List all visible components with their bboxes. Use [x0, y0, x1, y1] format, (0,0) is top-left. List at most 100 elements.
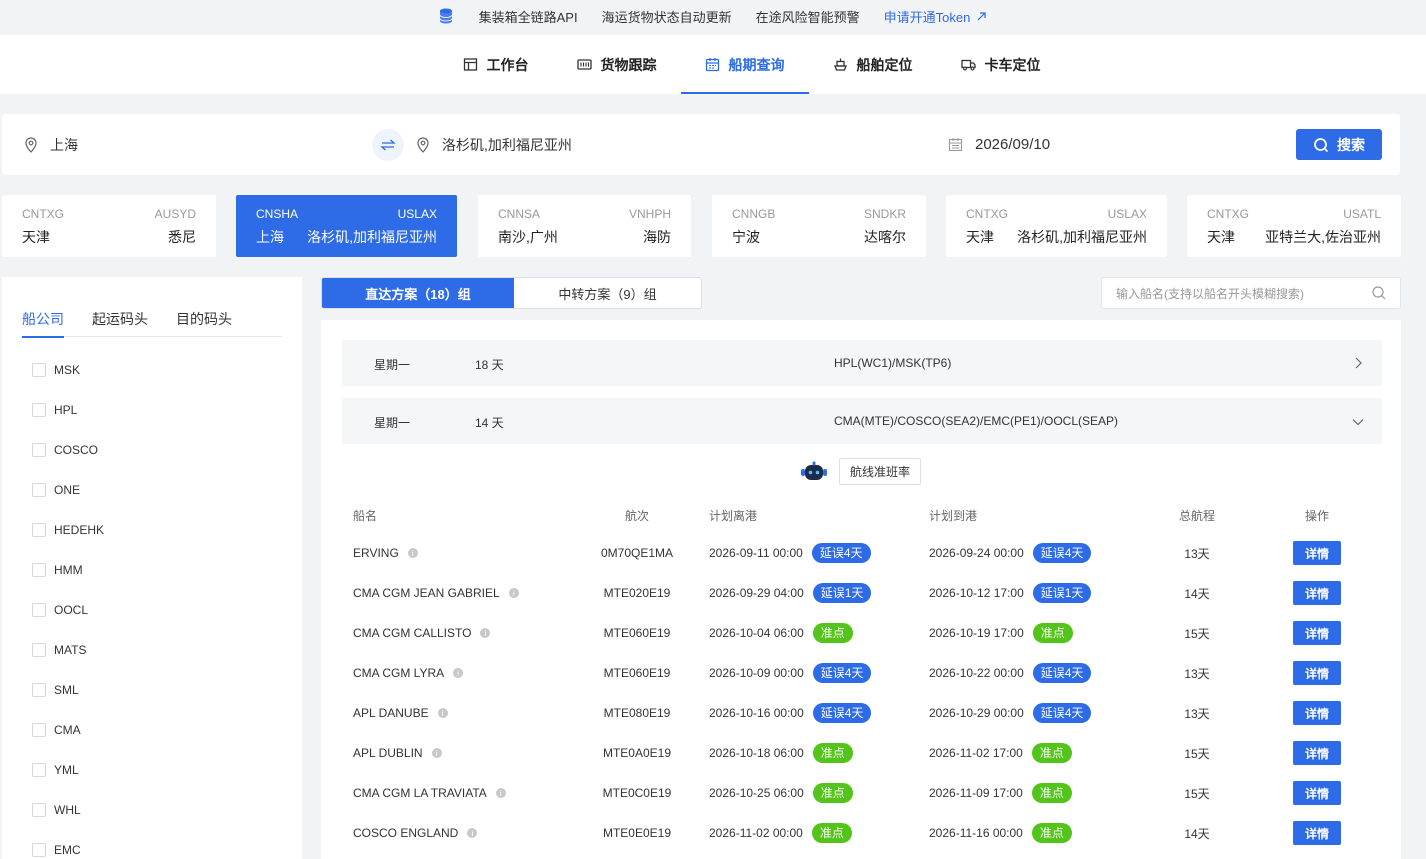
detail-button[interactable]: 详情: [1293, 661, 1341, 685]
column-header-transit: 总航程: [1179, 509, 1216, 523]
tab-destination-terminal[interactable]: 目的码头: [176, 309, 232, 337]
checkbox[interactable]: [32, 563, 46, 577]
carrier-checkbox-mats[interactable]: MATS: [32, 643, 86, 657]
checkbox[interactable]: [32, 803, 46, 817]
date-field[interactable]: 2026/09/10: [948, 114, 1050, 175]
carrier-checkbox-yml[interactable]: YML: [32, 763, 79, 777]
info-icon[interactable]: i: [508, 588, 519, 598]
table-row: APL DUBLIN i MTE0A0E19 2026-10-18 06:00 准点 20…: [321, 733, 1401, 773]
checkbox[interactable]: [32, 403, 46, 417]
route-to-code: USLAX: [397, 207, 437, 221]
schedule-search-bar: 上海 洛杉矶,加利福尼亚州 2026/09/10 搜索: [2, 114, 1400, 175]
info-icon[interactable]: i: [431, 748, 442, 758]
route-card[interactable]: CNTXG AUSYD 天津 悉尼: [2, 195, 216, 257]
checkbox[interactable]: [32, 643, 46, 657]
vessel-search-input[interactable]: 输入船名(支持以船名开头模糊搜索): [1101, 277, 1401, 309]
info-icon[interactable]: i: [437, 708, 448, 718]
carrier-checkbox-hmm[interactable]: HMM: [32, 563, 83, 577]
nav-vessel-position[interactable]: 船舶定位: [809, 35, 937, 94]
checkbox[interactable]: [32, 843, 46, 857]
voyage-cell: MTE0C0E19: [601, 773, 673, 813]
service-group-expanded[interactable]: 星期一 14 天 CMA(MTE)/COSCO(SEA2)/EMC(PE1)/O…: [342, 398, 1382, 444]
route-to-code: USLAX: [1107, 207, 1147, 221]
vessel-search-placeholder: 输入船名(支持以船名开头模糊搜索): [1116, 286, 1304, 301]
tab-carrier[interactable]: 船公司: [22, 309, 64, 338]
nav-truck-position[interactable]: 卡车定位: [937, 35, 1065, 94]
vessel-cell: ERVING i: [353, 533, 418, 573]
info-icon[interactable]: i: [407, 548, 418, 558]
eta-cell: 2026-09-24 00:00 延误4天: [929, 533, 1092, 573]
nav-schedule-query[interactable]: 船期查询: [680, 35, 809, 94]
origin-field[interactable]: 上海: [24, 114, 78, 175]
destination-field[interactable]: 洛杉矶,加利福尼亚州: [416, 114, 572, 175]
swap-ports-button[interactable]: [372, 129, 404, 161]
checkbox[interactable]: [32, 363, 46, 377]
chevron-right-icon[interactable]: [1354, 357, 1362, 369]
checkbox[interactable]: [32, 483, 46, 497]
carrier-label: EMC: [54, 843, 81, 857]
carrier-checkbox-sml[interactable]: SML: [32, 683, 79, 697]
info-icon[interactable]: i: [480, 628, 491, 638]
action-cell: 详情: [1293, 773, 1341, 813]
carrier-checkbox-cosco[interactable]: COSCO: [32, 443, 98, 457]
eta-status-badge: 准点: [1031, 783, 1072, 803]
etd-cell: 2026-09-11 00:00 延误4天: [709, 533, 871, 573]
detail-button[interactable]: 详情: [1293, 701, 1341, 725]
nav-cargo-tracking[interactable]: 货物跟踪: [553, 35, 681, 94]
detail-button[interactable]: 详情: [1293, 821, 1341, 845]
detail-button[interactable]: 详情: [1293, 581, 1341, 605]
tab-origin-terminal[interactable]: 起运码头: [92, 309, 148, 337]
vessel-name: ERVING: [353, 546, 399, 560]
nav-cargo-tracking-label: 货物跟踪: [600, 56, 657, 73]
carrier-checkbox-msk[interactable]: MSK: [32, 363, 80, 377]
detail-button[interactable]: 详情: [1293, 781, 1341, 805]
punctuality-rate-button[interactable]: 航线准班率: [839, 458, 922, 485]
nav-dashboard[interactable]: 工作台: [439, 35, 553, 94]
checkbox[interactable]: [32, 723, 46, 737]
detail-button[interactable]: 详情: [1293, 541, 1341, 565]
info-icon[interactable]: i: [467, 828, 478, 838]
info-icon[interactable]: i: [495, 788, 506, 798]
transit-cell: 15天: [1171, 733, 1223, 773]
table-row: CMA CGM LYRA i MTE060E19 2026-10-09 00:00 延误…: [321, 653, 1401, 693]
eta-time: 2026-11-02 17:00: [929, 746, 1023, 760]
tab-direct-plans[interactable]: 直达方案（18）组: [322, 278, 514, 308]
carrier-checkbox-cma[interactable]: CMA: [32, 723, 81, 737]
carrier-label: SML: [54, 683, 79, 697]
checkbox[interactable]: [32, 683, 46, 697]
route-card[interactable]: CNNGB SNDKR 宁波 达喀尔: [712, 195, 926, 257]
voyage-number: MTE0C0E19: [602, 786, 672, 800]
etd-status-badge: 准点: [812, 783, 853, 803]
vessel-name: CMA CGM LA TRAVIATA: [353, 786, 487, 800]
tab-transfer-plans[interactable]: 中转方案（9）组: [514, 278, 701, 308]
checkbox[interactable]: [32, 603, 46, 617]
carrier-checkbox-one[interactable]: ONE: [32, 483, 80, 497]
search-button[interactable]: 搜索: [1296, 129, 1382, 160]
carrier-checkbox-hpl[interactable]: HPL: [32, 403, 77, 417]
checkbox[interactable]: [32, 443, 46, 457]
checkbox[interactable]: [32, 523, 46, 537]
carrier-checkbox-oocl[interactable]: OOCL: [32, 603, 88, 617]
voyage-cell: MTE020E19: [601, 573, 673, 613]
service-group-collapsed[interactable]: 星期一 18 天 HPL(WC1)/MSK(TP6): [342, 340, 1382, 386]
detail-button[interactable]: 详情: [1293, 621, 1341, 645]
route-card[interactable]: CNTXG USATL 天津 亚特兰大,佐治亚州: [1187, 195, 1401, 257]
chevron-down-icon[interactable]: [1352, 418, 1364, 426]
detail-button[interactable]: 详情: [1293, 741, 1341, 765]
carrier-checkbox-hedehk[interactable]: HEDEHK: [32, 523, 104, 537]
route-to-code: AUSYD: [154, 207, 196, 221]
group-weekday: 星期一: [374, 358, 411, 372]
carrier-checkbox-emc[interactable]: EMC: [32, 843, 81, 857]
carrier-checkbox-whl[interactable]: WHL: [32, 803, 81, 817]
route-card[interactable]: CNTXG USLAX 天津 洛杉矶,加利福尼亚州: [946, 195, 1167, 257]
table-row: COSCO ENGLAND i MTE0E0E19 2026-11-02 00:00 准…: [321, 813, 1401, 853]
ship-icon: [833, 58, 847, 71]
voyage-number: MTE060E19: [603, 666, 671, 680]
checkbox[interactable]: [32, 763, 46, 777]
route-card-active[interactable]: CNSHA USLAX 上海 洛杉矶,加利福尼亚州: [236, 195, 457, 257]
eta-time: 2026-11-16 00:00: [929, 826, 1023, 840]
apply-token-link[interactable]: 申请开通Token: [884, 7, 988, 26]
route-card[interactable]: CNNSA VNHPH 南沙,广州 海防: [478, 195, 691, 257]
info-icon[interactable]: i: [453, 668, 464, 678]
vessel-cell: COSCO ENGLAND i: [353, 813, 478, 853]
